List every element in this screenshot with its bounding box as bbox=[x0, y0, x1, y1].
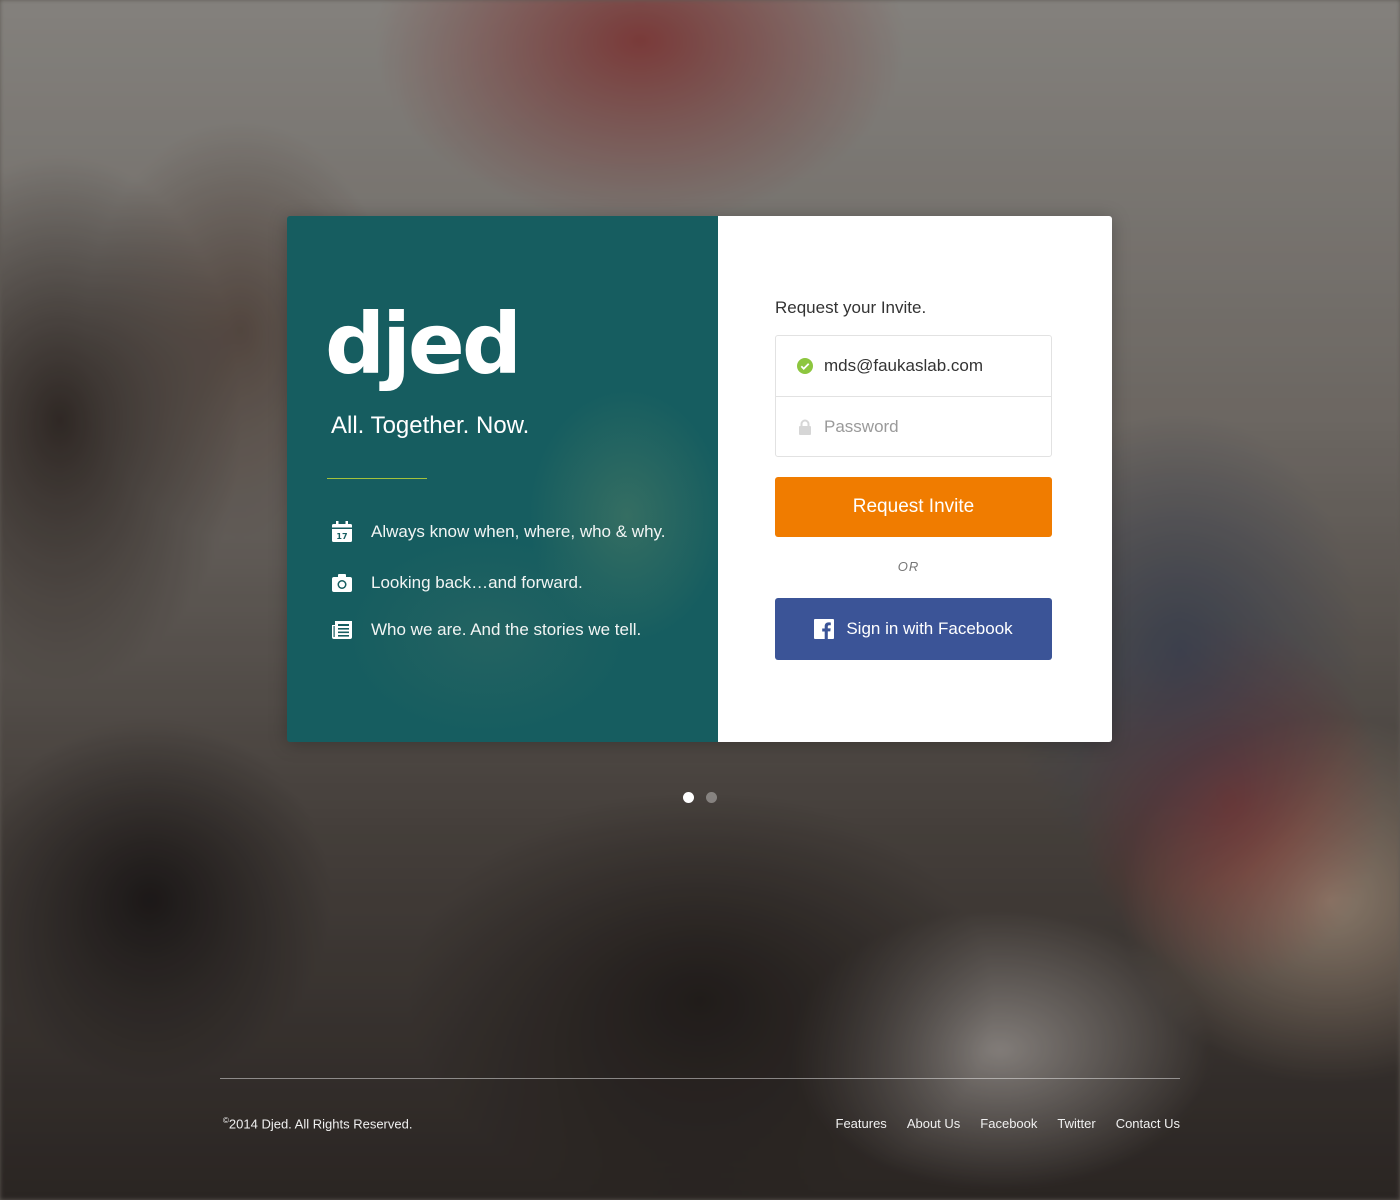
form-title: Request your Invite. bbox=[775, 298, 927, 317]
password-field[interactable] bbox=[824, 416, 1034, 437]
feature-item: 17 Always know when, where, who & why. bbox=[331, 520, 665, 544]
facebook-button-label: Sign in with Facebook bbox=[846, 619, 1013, 638]
calendar-icon: 17 bbox=[331, 521, 353, 543]
footer-divider bbox=[220, 1078, 1180, 1079]
carousel-dot[interactable] bbox=[706, 792, 717, 803]
signup-card: djed All. Together. Now. 17 Always know … bbox=[287, 216, 1112, 742]
check-circle-icon bbox=[796, 357, 814, 375]
tagline: All. Together. Now. bbox=[331, 412, 530, 439]
svg-text:17: 17 bbox=[336, 532, 347, 541]
password-row bbox=[776, 396, 1051, 456]
footer-link-about-us[interactable]: About Us bbox=[907, 1116, 960, 1131]
footer-link-contact-us[interactable]: Contact Us bbox=[1116, 1116, 1180, 1131]
facebook-signin-button[interactable]: Sign in with Facebook bbox=[775, 598, 1052, 660]
tagline-divider bbox=[327, 478, 427, 479]
brand-panel: djed All. Together. Now. 17 Always know … bbox=[287, 216, 718, 742]
footer-link-twitter[interactable]: Twitter bbox=[1057, 1116, 1095, 1131]
email-row bbox=[776, 336, 1051, 396]
facebook-icon bbox=[814, 619, 835, 639]
feature-text: Who we are. And the stories we tell. bbox=[371, 620, 642, 639]
footer-link-facebook[interactable]: Facebook bbox=[980, 1116, 1037, 1131]
camera-icon bbox=[331, 572, 353, 594]
footer-link-features[interactable]: Features bbox=[836, 1116, 887, 1131]
lock-icon bbox=[796, 418, 814, 436]
newspaper-icon bbox=[331, 619, 353, 641]
feature-item: Looking back…and forward. bbox=[331, 571, 583, 595]
credentials-group bbox=[775, 335, 1052, 457]
footer-nav: Features About Us Facebook Twitter Conta… bbox=[836, 1116, 1181, 1131]
feature-text: Always know when, where, who & why. bbox=[371, 522, 666, 541]
djed-logo: djed bbox=[325, 295, 522, 393]
carousel-dot[interactable] bbox=[683, 792, 694, 803]
copyright-text: 2014 Djed. All Rights Reserved. bbox=[228, 1116, 413, 1132]
or-separator: OR bbox=[897, 559, 920, 574]
feature-text: Looking back…and forward. bbox=[371, 573, 583, 592]
carousel-pagination bbox=[683, 792, 717, 803]
request-invite-button[interactable]: Request Invite bbox=[775, 477, 1052, 537]
copyright: ©2014 Djed. All Rights Reserved. bbox=[223, 1116, 412, 1131]
feature-item: Who we are. And the stories we tell. bbox=[331, 618, 641, 642]
email-field[interactable] bbox=[824, 356, 1034, 376]
invite-form-panel: Request your Invite. mds@faukaslab.com R… bbox=[718, 216, 1112, 742]
